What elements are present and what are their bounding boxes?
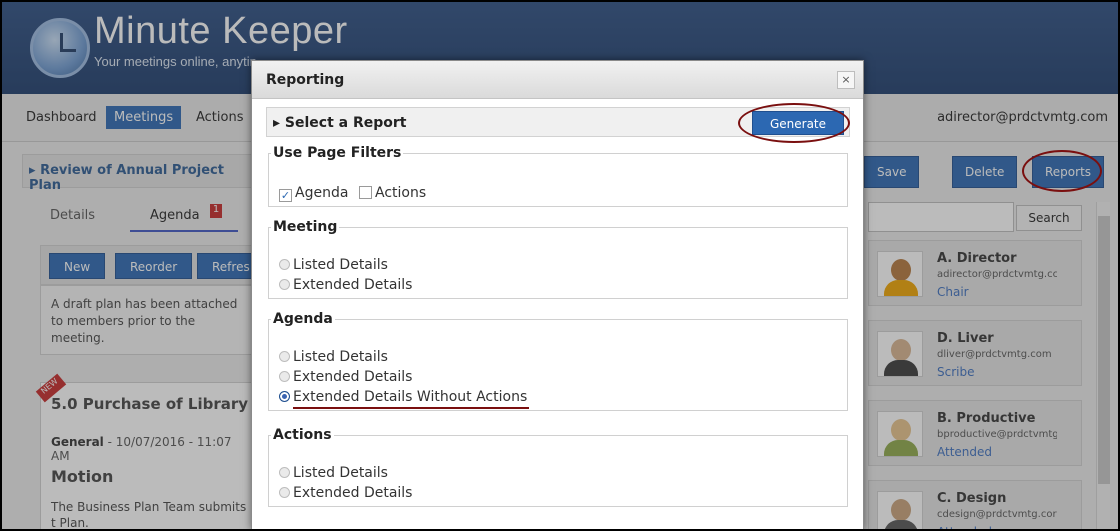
agenda-listed-details-option[interactable]: Listed Details (279, 349, 388, 365)
expand-triangle-icon: ▸ (273, 115, 285, 131)
actions-legend: Actions (273, 427, 332, 443)
checkbox-unchecked-icon[interactable] (359, 186, 372, 199)
meeting-legend: Meeting (273, 219, 338, 235)
radio-icon[interactable] (279, 279, 290, 290)
meeting-report-group: Meeting Listed Details Extended Details (268, 219, 848, 299)
actions-listed-details-option[interactable]: Listed Details (279, 465, 388, 481)
agenda-extended-without-actions-option[interactable]: Extended Details Without Actions (279, 389, 527, 405)
close-icon[interactable]: × (837, 71, 855, 89)
page-filters-legend: Use Page Filters (273, 145, 402, 161)
filter-agenda-option[interactable]: ✓ Agenda (279, 185, 348, 202)
radio-selected-icon[interactable] (279, 391, 290, 402)
radio-icon[interactable] (279, 259, 290, 270)
highlight-ring-generate (738, 103, 850, 143)
highlight-ring-reports (1022, 150, 1102, 192)
radio-icon[interactable] (279, 487, 290, 498)
app-window: Minute Keeper Your meetings online, anyt… (0, 0, 1120, 531)
agenda-report-group: Agenda Listed Details Extended Details E… (268, 311, 848, 411)
agenda-legend: Agenda (273, 311, 333, 327)
actions-report-group: Actions Listed Details Extended Details (268, 427, 848, 507)
select-report-label: ▸ Select a Report (273, 115, 407, 131)
highlight-underline (293, 407, 529, 409)
agenda-extended-details-option[interactable]: Extended Details (279, 369, 412, 385)
radio-icon[interactable] (279, 371, 290, 382)
dialog-title: Reporting (266, 72, 345, 88)
filter-actions-option[interactable]: Actions (359, 185, 426, 201)
actions-extended-details-option[interactable]: Extended Details (279, 485, 412, 501)
meeting-extended-details-option[interactable]: Extended Details (279, 277, 412, 293)
radio-icon[interactable] (279, 467, 290, 478)
page-filters-group: Use Page Filters ✓ Agenda Actions (268, 145, 848, 207)
dialog-header: Reporting × (252, 61, 863, 99)
radio-icon[interactable] (279, 351, 290, 362)
meeting-listed-details-option[interactable]: Listed Details (279, 257, 388, 273)
checkbox-checked-icon[interactable]: ✓ (279, 189, 292, 202)
